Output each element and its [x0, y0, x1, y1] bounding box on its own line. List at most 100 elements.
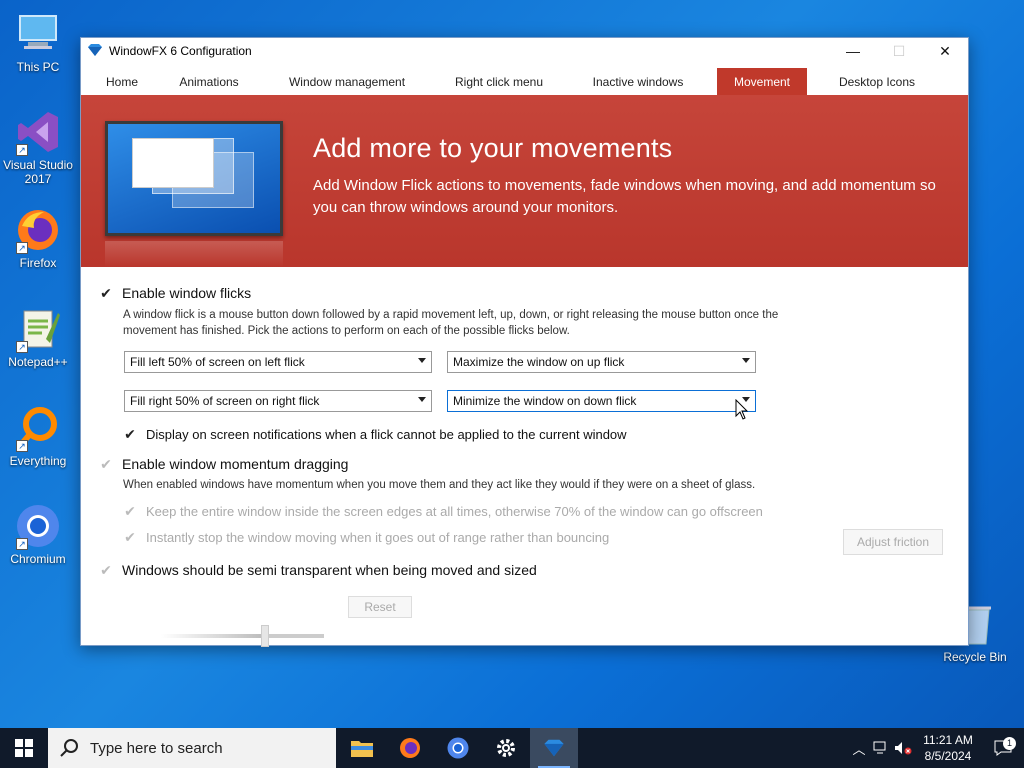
clock-time: 11:21 AM: [923, 733, 973, 747]
tab-desktop-icons[interactable]: Desktop Icons: [807, 68, 947, 96]
shortcut-arrow-icon: ↗: [16, 538, 28, 550]
network-icon[interactable]: [870, 741, 892, 755]
shortcut-arrow-icon: ↗: [16, 440, 28, 452]
checkmark-icon: ✔: [100, 455, 112, 472]
computer-icon: [14, 10, 62, 58]
checkmark-icon: ✔: [124, 529, 136, 545]
taskbar: Type here to search ︿ 11:21 AM 8/5/2024 …: [0, 728, 1024, 768]
shortcut-arrow-icon: ↗: [16, 144, 28, 156]
notepad-plus-plus-icon: ↗: [14, 305, 62, 353]
firefox-icon: ↗: [14, 206, 62, 254]
desktop-icon-chromium[interactable]: ↗ Chromium: [0, 502, 76, 566]
right-flick-select[interactable]: Fill right 50% of screen on right flick: [124, 390, 432, 412]
desktop-icon-firefox[interactable]: ↗ Firefox: [0, 206, 76, 270]
taskbar-firefox[interactable]: [386, 728, 434, 768]
banner-heading: Add more to your movements: [313, 133, 673, 163]
flick-notifications-label: Display on screen notifications when a f…: [146, 427, 627, 442]
desktop-icon-label: This PC: [16, 60, 60, 74]
banner-description: Add Window Flick actions to movements, f…: [313, 177, 936, 216]
semi-transparent-checkbox[interactable]: ✔ Windows should be semi transparent whe…: [99, 561, 537, 579]
dropdown-arrow-icon: [418, 397, 426, 402]
instant-stop-checkbox[interactable]: ✔ Instantly stop the window moving when …: [123, 529, 610, 545]
enable-flicks-checkbox[interactable]: ✔ Enable window flicks: [99, 284, 252, 302]
semi-transparent-label: Windows should be semi transparent when …: [122, 562, 537, 578]
movement-settings: ✔ Enable window flicks A window flick is…: [81, 267, 968, 647]
keep-inside-label: Keep the entire window inside the screen…: [146, 504, 763, 519]
clock-date: 8/5/2024: [924, 749, 972, 763]
transparency-slider-thumb[interactable]: [261, 625, 270, 647]
start-button[interactable]: [0, 728, 48, 768]
adjust-friction-button[interactable]: Adjust friction: [843, 529, 943, 555]
desktop-icon-label: Everything: [9, 454, 67, 468]
desktop-icon-label: Visual Studio 2017: [3, 158, 73, 186]
desktop-icon-notepad-plus-plus[interactable]: ↗ Notepad++: [0, 305, 76, 369]
checkmark-icon: ✔: [100, 561, 112, 578]
left-flick-select[interactable]: Fill left 50% of screen on left flick: [124, 351, 432, 373]
desktop-icon-label: Recycle Bin: [943, 650, 1007, 664]
shortcut-arrow-icon: ↗: [16, 341, 28, 353]
desktop-icon-visual-studio[interactable]: ↗ Visual Studio 2017: [0, 108, 76, 186]
monitor-illustration: [105, 121, 283, 236]
enable-momentum-checkbox[interactable]: ✔ Enable window momentum dragging: [99, 455, 349, 473]
up-flick-value: Maximize the window on up flick: [453, 355, 625, 369]
desktop-icon-everything[interactable]: ↗ Everything: [0, 404, 76, 468]
chromium-icon: ↗: [14, 502, 62, 550]
instant-stop-label: Instantly stop the window moving when it…: [146, 530, 610, 545]
taskbar-search-box[interactable]: Type here to search: [48, 728, 336, 768]
window-title: WindowFX 6 Configuration: [109, 44, 252, 58]
windowfx-app-icon: [87, 43, 103, 60]
chevron-up-icon[interactable]: ︿: [848, 739, 870, 758]
mouse-cursor-icon: [735, 399, 749, 420]
tab-window-management[interactable]: Window management: [255, 68, 439, 96]
transparency-slider[interactable]: [161, 634, 324, 638]
visual-studio-icon: ↗: [14, 108, 62, 156]
taskbar-chromium[interactable]: [434, 728, 482, 768]
dropdown-arrow-icon: [418, 358, 426, 363]
taskbar-file-explorer[interactable]: [338, 728, 386, 768]
search-icon: [60, 739, 78, 757]
desktop-icon-this-pc[interactable]: This PC: [0, 10, 76, 74]
up-flick-select[interactable]: Maximize the window on up flick: [447, 351, 756, 373]
firefox-icon: [400, 738, 420, 758]
dropdown-arrow-icon: [742, 358, 750, 363]
down-flick-value: Minimize the window on down flick: [453, 394, 637, 408]
enable-flicks-label: Enable window flicks: [122, 285, 252, 301]
minimize-button[interactable]: —: [830, 38, 876, 64]
everything-search-icon: ↗: [14, 404, 62, 452]
taskbar-windowfx[interactable]: [530, 728, 578, 768]
tab-home[interactable]: Home: [81, 68, 163, 96]
flick-notifications-checkbox[interactable]: ✔ Display on screen notifications when a…: [123, 426, 627, 442]
windows-logo-icon: [15, 739, 33, 757]
tab-inactive-windows[interactable]: Inactive windows: [559, 68, 717, 96]
desktop-icon-label: Chromium: [10, 552, 66, 566]
checkmark-icon: ✔: [124, 503, 136, 519]
taskbar-settings[interactable]: [482, 728, 530, 768]
keep-inside-checkbox[interactable]: ✔ Keep the entire window inside the scre…: [123, 503, 763, 519]
search-placeholder: Type here to search: [90, 739, 223, 757]
down-flick-select[interactable]: Minimize the window on down flick: [447, 390, 756, 412]
checkmark-icon: ✔: [100, 284, 112, 301]
system-tray: ︿ 11:21 AM 8/5/2024 1: [848, 728, 1024, 768]
left-flick-value: Fill left 50% of screen on left flick: [130, 355, 305, 369]
tab-movement[interactable]: Movement: [717, 68, 807, 96]
chromium-icon: [447, 737, 469, 759]
checkmark-icon: ✔: [124, 426, 136, 442]
taskbar-clock[interactable]: 11:21 AM 8/5/2024: [914, 732, 982, 764]
reset-button[interactable]: Reset: [348, 596, 412, 618]
maximize-button[interactable]: ☐: [876, 38, 922, 64]
desktop-icon-label: Firefox: [19, 256, 57, 270]
close-button[interactable]: ✕: [922, 38, 968, 64]
right-flick-value: Fill right 50% of screen on right flick: [130, 394, 320, 408]
windowfx-icon: [544, 739, 564, 757]
title-bar[interactable]: WindowFX 6 Configuration — ☐ ✕: [81, 38, 968, 64]
volume-muted-icon[interactable]: [892, 741, 914, 755]
movement-banner: Add more to your movements Add Window Fl…: [81, 95, 968, 267]
tab-right-click-menu[interactable]: Right click menu: [439, 68, 559, 96]
desktop-icon-label: Notepad++: [8, 355, 68, 369]
tab-animations[interactable]: Animations: [163, 68, 255, 96]
momentum-description: When enabled windows have momentum when …: [123, 479, 756, 491]
enable-momentum-label: Enable window momentum dragging: [122, 456, 349, 472]
shortcut-arrow-icon: ↗: [16, 242, 28, 254]
action-center-button[interactable]: 1: [982, 737, 1024, 756]
settings-gear-icon: [497, 739, 515, 757]
